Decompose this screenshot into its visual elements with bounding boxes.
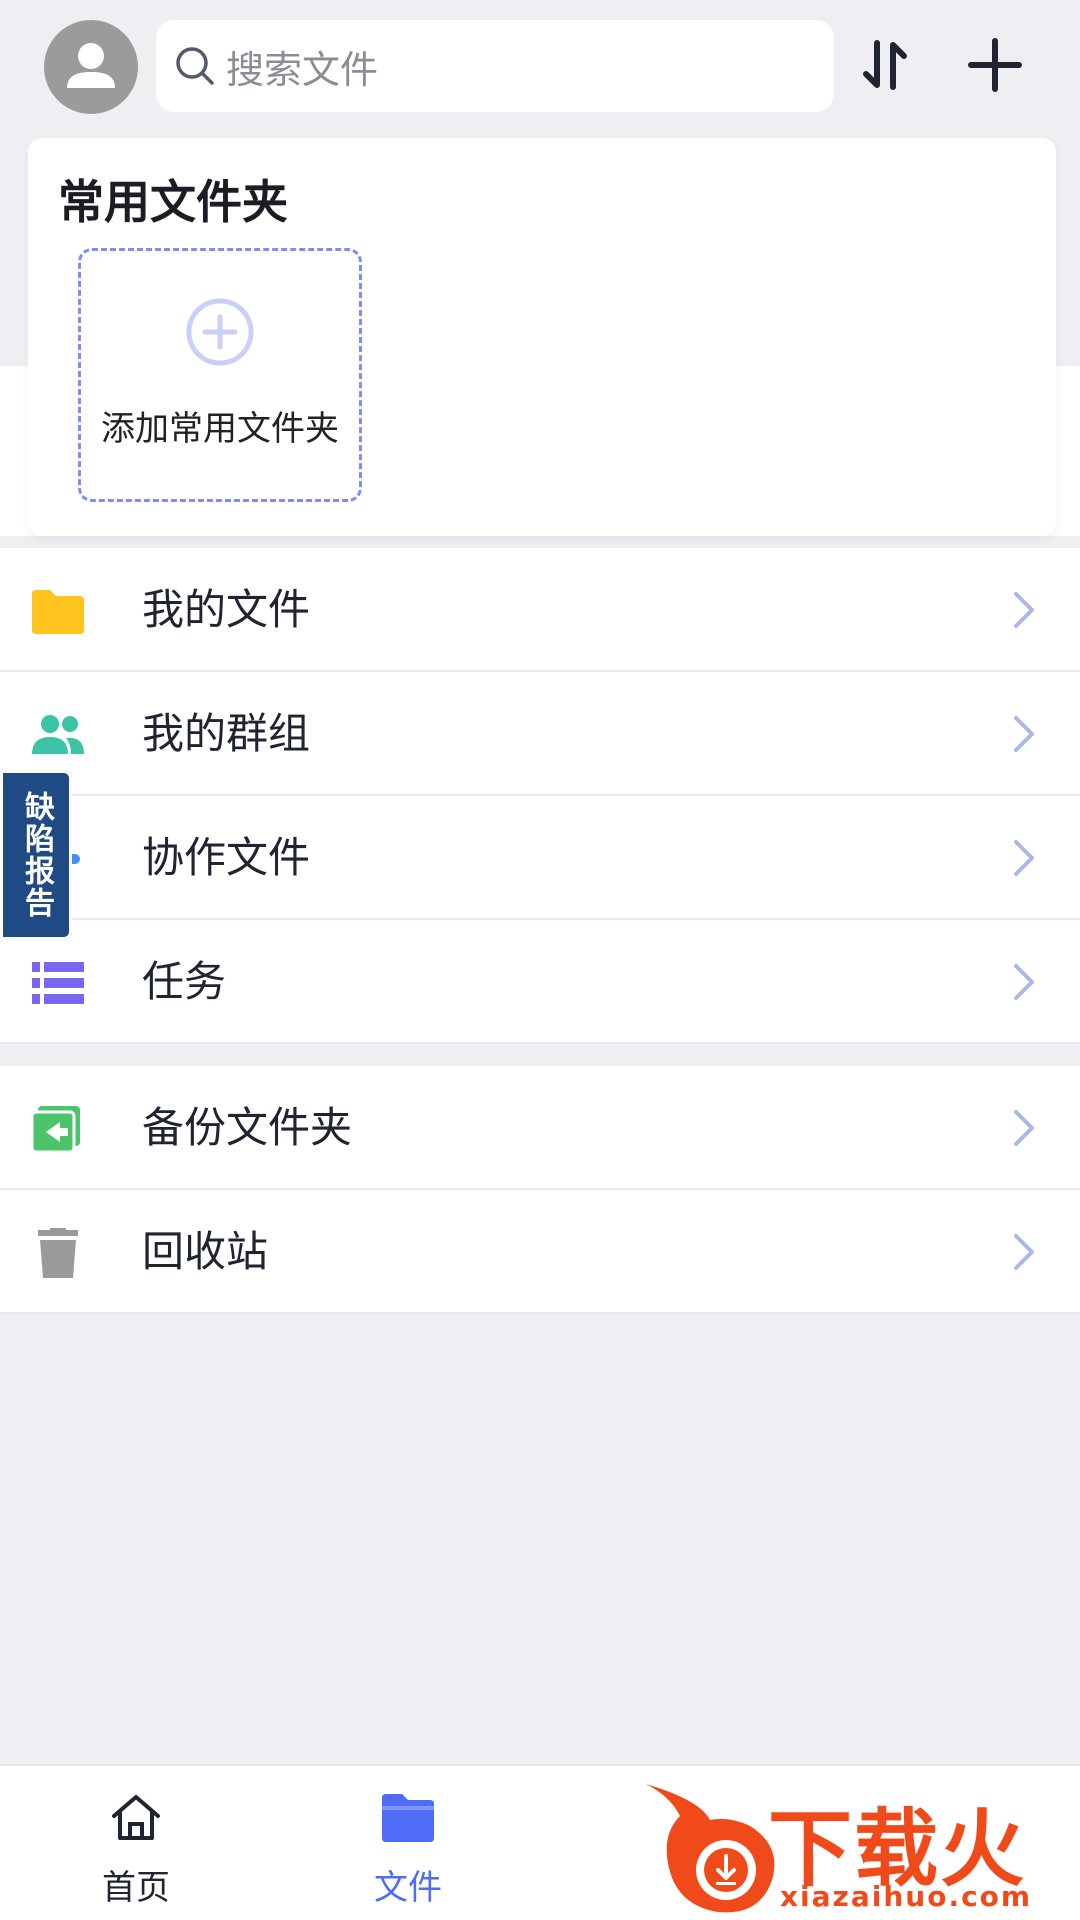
top-bar: 搜索文件	[0, 0, 1080, 136]
nav-home[interactable]: 首页	[56, 1780, 216, 1910]
nav-home-label: 首页	[102, 1868, 170, 1908]
bug-report-label: 缺陷报告	[19, 791, 54, 919]
list-item-label: 我的群组	[142, 709, 311, 758]
search-icon	[176, 47, 214, 85]
add-common-folder-button[interactable]: 添加常用文件夹	[78, 248, 362, 502]
user-icon	[67, 43, 115, 88]
list-item-my-groups[interactable]: 我的群组	[0, 672, 1080, 796]
list-item-label: 任务	[142, 957, 227, 1006]
chevron-right-icon	[1014, 840, 1034, 876]
flame-logo-icon	[646, 1784, 775, 1913]
chevron-right-icon	[1014, 964, 1034, 1000]
common-folders-title: 常用文件夹	[58, 175, 288, 229]
storage-section-list: 备份文件夹 回收站	[0, 1066, 1080, 1314]
list-item-label: 回收站	[142, 1227, 269, 1276]
plus-icon	[968, 38, 1022, 92]
list-item-tasks[interactable]: 任务	[0, 920, 1080, 1044]
group-icon	[32, 715, 84, 754]
chevron-right-icon	[1014, 1110, 1034, 1146]
list-item-recycle-bin[interactable]: 回收站	[0, 1190, 1080, 1314]
trash-icon	[38, 1228, 78, 1278]
folder-icon	[32, 590, 84, 634]
search-placeholder: 搜索文件	[226, 47, 379, 92]
file-section-list: 我的文件 我的群组 协作文件 任务	[0, 548, 1080, 1044]
chevron-right-icon	[1014, 716, 1034, 752]
list-item-collaboration-files[interactable]: 协作文件	[0, 796, 1080, 920]
common-folders-card: 常用文件夹 添加常用文件夹	[28, 138, 1056, 536]
watermark: 下载火 xiazaihuo.com	[640, 1776, 1080, 1920]
nav-files[interactable]: 文件	[328, 1780, 488, 1910]
watermark-url: xiazaihuo.com	[780, 1880, 1033, 1913]
list-item-my-files[interactable]: 我的文件	[0, 548, 1080, 672]
sort-icon	[863, 40, 907, 90]
list-item-label: 我的文件	[142, 585, 311, 634]
search-input[interactable]: 搜索文件	[156, 20, 834, 112]
home-icon	[112, 1795, 160, 1840]
add-common-folder-label: 添加常用文件夹	[101, 409, 339, 449]
chevron-right-icon	[1014, 592, 1034, 628]
backup-folder-icon	[30, 1106, 80, 1154]
add-button[interactable]	[960, 30, 1030, 100]
sort-button[interactable]	[850, 30, 920, 100]
task-list-icon	[32, 962, 84, 1004]
bug-report-tab[interactable]: 缺陷报告	[0, 770, 72, 940]
list-item-label: 协作文件	[142, 833, 311, 882]
avatar[interactable]	[44, 20, 138, 114]
chevron-right-icon	[1014, 1234, 1034, 1270]
list-item-backup-folder[interactable]: 备份文件夹	[0, 1066, 1080, 1190]
circle-plus-icon	[186, 298, 254, 366]
nav-files-label: 文件	[374, 1868, 442, 1908]
list-item-label: 备份文件夹	[142, 1103, 353, 1152]
files-icon	[382, 1794, 434, 1842]
